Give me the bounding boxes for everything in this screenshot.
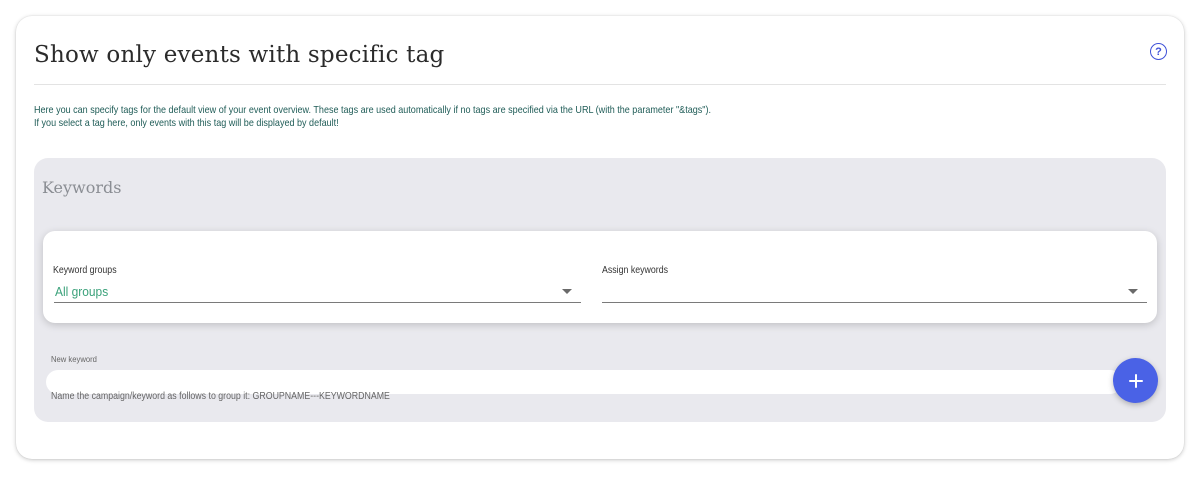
- new-keyword-label: New keyword: [51, 354, 97, 364]
- keyword-groups-label: Keyword groups: [53, 265, 117, 276]
- keyword-groups-value: All groups: [55, 284, 109, 299]
- chevron-down-icon: [1128, 289, 1138, 294]
- card-title: Show only events with specific tag: [34, 42, 445, 68]
- description: Here you can specify tags for the defaul…: [34, 104, 711, 129]
- keywords-title: Keywords: [42, 178, 122, 197]
- plus-icon: [1128, 373, 1143, 388]
- keywords-panel: Keywords Keyword groups All groups Assig…: [34, 158, 1166, 422]
- keyword-selectors: Keyword groups All groups Assign keyword…: [43, 231, 1157, 323]
- chevron-down-icon: [562, 289, 572, 294]
- keyword-hint: Name the campaign/keyword as follows to …: [51, 391, 390, 402]
- description-line-1: Here you can specify tags for the defaul…: [34, 104, 711, 116]
- add-keyword-button[interactable]: [1113, 358, 1158, 403]
- settings-card: Show only events with specific tag ? Her…: [16, 16, 1184, 459]
- question-circle-icon[interactable]: ?: [1150, 43, 1167, 60]
- title-divider: [34, 84, 1166, 85]
- assign-keywords-label: Assign keywords: [602, 265, 669, 276]
- description-line-2: If you select a tag here, only events wi…: [34, 116, 339, 129]
- assign-keywords-select[interactable]: [602, 281, 1147, 303]
- keyword-groups-select[interactable]: All groups: [54, 281, 581, 303]
